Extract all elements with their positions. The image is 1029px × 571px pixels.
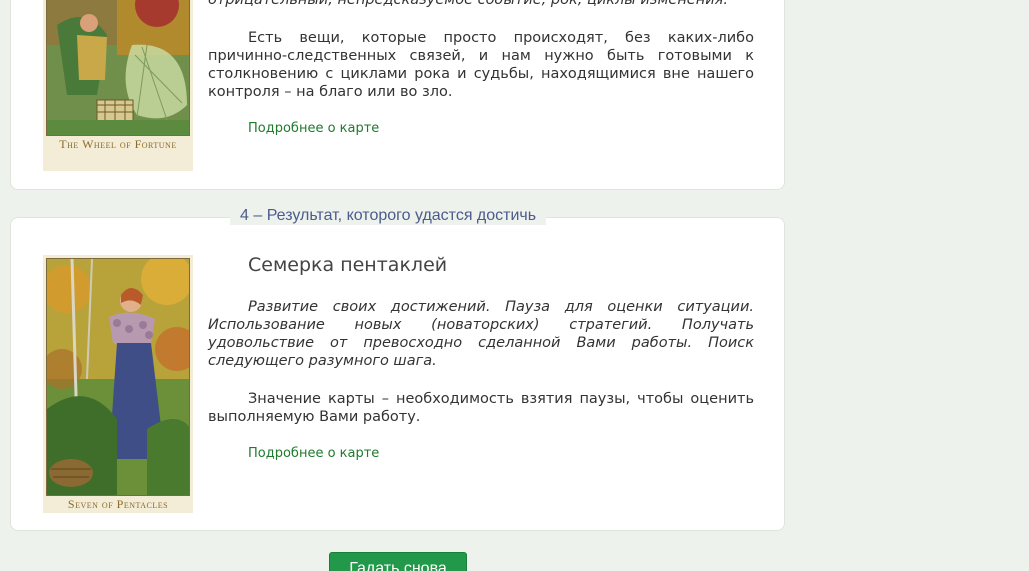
tarot-card-image-seven-of-pentacles: Seven of Pentacles <box>43 255 193 513</box>
retry-reading-button[interactable]: Гадать снова <box>329 552 467 571</box>
meaning-text: Есть вещи, которые просто происходят, бе… <box>208 30 754 100</box>
card-name: Семерка пентаклей <box>248 254 448 276</box>
card-meaning-paragraph: Есть вещи, которые просто происходят, бе… <box>208 29 754 101</box>
description-text: Развитие своих достижений. Пауза для оце… <box>208 299 754 369</box>
tarot-artwork <box>46 0 190 136</box>
page: The Wheel of Fortune отрицательный, непр… <box>0 0 1029 571</box>
result-card-wheel-of-fortune: The Wheel of Fortune отрицательный, непр… <box>10 0 785 190</box>
wheel-of-fortune-illustration <box>47 0 189 135</box>
result-card-seven-of-pentacles: Seven of Pentacles Семерка пентаклей Раз… <box>10 217 785 531</box>
more-about-card-link[interactable]: Подробнее о карте <box>248 121 379 136</box>
meaning-text: Значение карты – необходимость взятия па… <box>208 391 754 425</box>
tarot-artwork <box>46 258 190 496</box>
card-description: Развитие своих достижений. Пауза для оце… <box>208 298 754 370</box>
card-description-top-line: отрицательный, непредсказуемое событие, … <box>208 0 754 9</box>
tarot-card-image-wheel-of-fortune: The Wheel of Fortune <box>43 0 193 171</box>
tarot-card-caption: The Wheel of Fortune <box>59 137 177 151</box>
description-line: отрицательный, непредсказуемое событие, … <box>208 0 728 8</box>
tarot-card-caption: Seven of Pentacles <box>67 497 169 511</box>
position-title: 4 – Результат, которого удастся достичь <box>230 207 547 225</box>
more-about-card-link[interactable]: Подробнее о карте <box>248 446 379 461</box>
seven-of-pentacles-illustration <box>47 259 189 495</box>
card-meaning-paragraph: Значение карты – необходимость взятия па… <box>208 390 754 426</box>
